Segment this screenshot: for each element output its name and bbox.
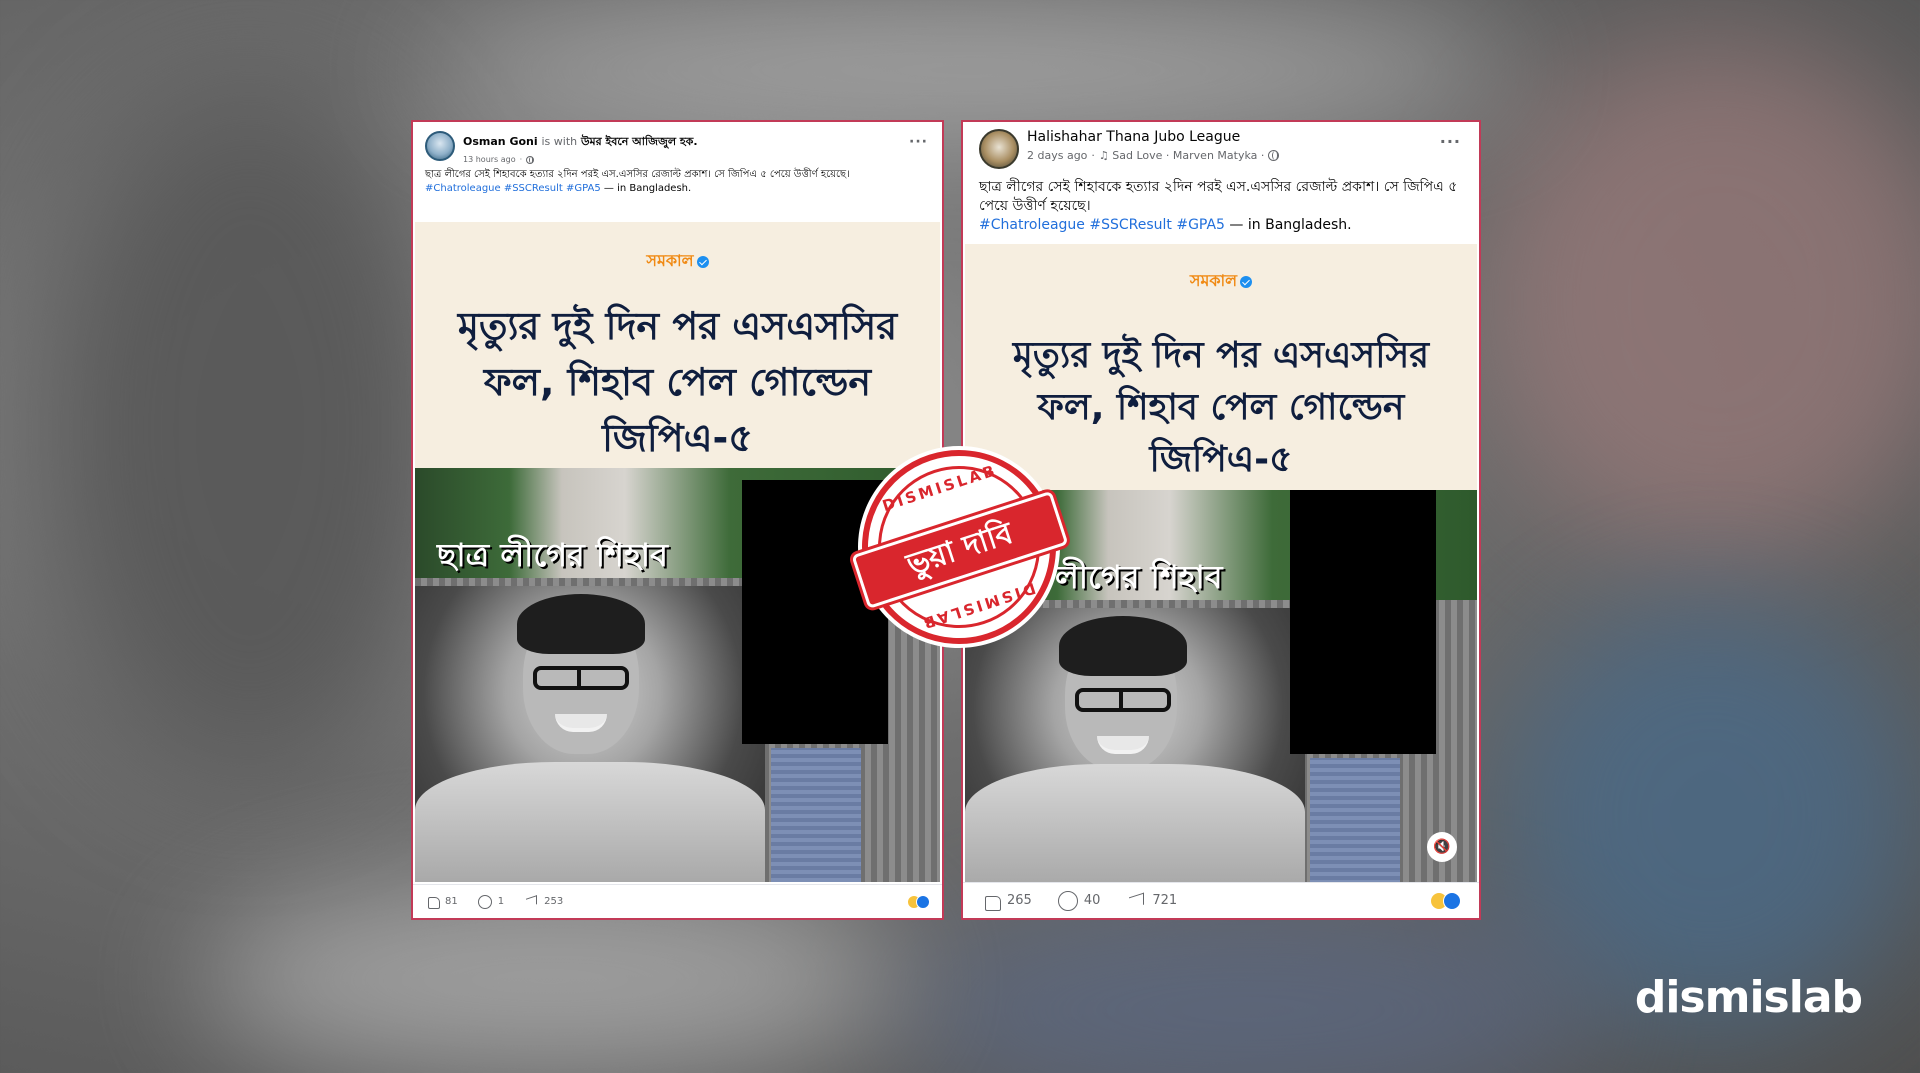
comment-button[interactable]: 1: [477, 894, 504, 909]
post-header: Halishahar Thana Jubo League 2 days ago …: [963, 122, 1479, 174]
like-button[interactable]: 81: [425, 895, 458, 909]
comment-icon: [477, 894, 492, 909]
verified-icon: [1240, 275, 1253, 288]
portrait-image: [415, 586, 765, 882]
post-caption: ছাত্র লীগের সেই শিহাবকে হত্যার ২দিন পরই …: [413, 166, 942, 222]
reaction-summary[interactable]: [907, 894, 930, 909]
post-caption: ছাত্র লীগের সেই শিহাবকে হত্যার ২দিন পরই …: [963, 174, 1479, 244]
caption-text: ছাত্র লীগের সেই শিহাবকে হত্যার ২দিন পরই …: [425, 169, 850, 180]
overlay-label: লীগের শিহাব: [1055, 558, 1223, 596]
like-reaction-icon: [1443, 891, 1461, 910]
like-button[interactable]: 265: [981, 891, 1032, 911]
share-button[interactable]: 253: [524, 895, 563, 909]
like-icon: [981, 891, 1001, 911]
reactions-bar: 265 40 721: [963, 882, 1479, 918]
author-name[interactable]: Halishahar Thana Jubo League: [1027, 129, 1279, 145]
avatar[interactable]: [979, 129, 1019, 169]
reaction-summary[interactable]: [1430, 891, 1461, 910]
comment-button[interactable]: 40: [1057, 890, 1100, 911]
avatar[interactable]: [425, 131, 455, 161]
comment-icon: [1057, 890, 1078, 911]
post-meta: 13 hours ago ·: [463, 155, 698, 164]
more-options-icon[interactable]: ···: [1440, 132, 1461, 151]
dismislab-watermark: dismislab: [1634, 972, 1863, 1023]
background-blur: [40, 80, 460, 780]
background-blur: [420, 0, 1520, 140]
like-reaction-icon: [916, 894, 930, 909]
share-icon: [524, 895, 538, 909]
post-time[interactable]: 2 days ago: [1027, 149, 1087, 162]
news-headline: মৃত্যুর দুই দিন পর এসএসসির ফল, শিহাব পেল…: [457, 304, 898, 460]
mute-icon[interactable]: 🔇: [1427, 832, 1457, 862]
location: — in Bangladesh.: [603, 182, 692, 194]
background-blur: [1480, 40, 1920, 560]
with-text: is with: [541, 135, 578, 148]
like-icon: [425, 895, 440, 909]
overlay-label: ছাত্র লীগের শিহাব: [437, 536, 668, 574]
samakal-logo: সমকাল: [965, 268, 1477, 295]
portrait-image: [965, 608, 1305, 884]
hashtags[interactable]: #Chatroleague #SSCResult #GPA5: [979, 217, 1225, 233]
tagged-name[interactable]: উমর ইবনে আজিজুল হক.: [581, 135, 698, 148]
globe-icon: [1268, 150, 1280, 161]
share-button[interactable]: 721: [1126, 891, 1177, 911]
caption-text: ছাত্র লীগের সেই শিহাবকে হত্যার ২দিন পরই …: [979, 179, 1458, 214]
redaction-box: [1290, 490, 1436, 754]
news-headline: মৃত্যুর দুই দিন পর এসএসসির ফল, শিহাব পেল…: [1012, 335, 1430, 480]
post-time[interactable]: 13 hours ago: [463, 155, 516, 164]
news-photo: ছাত্র লীগের শিহাব: [415, 468, 940, 882]
verified-icon: [696, 255, 709, 268]
samakal-logo: সমকাল: [415, 248, 940, 275]
post-meta: 2 days ago · ♫ Sad Love · Marven Matyka …: [1027, 149, 1280, 162]
globe-icon: [526, 155, 535, 164]
more-options-icon[interactable]: ···: [909, 134, 928, 150]
author-line: Osman Goni is with উমর ইবনে আজিজুল হক.: [463, 133, 698, 152]
author-name[interactable]: Osman Goni: [463, 135, 538, 148]
post-header: Osman Goni is with উমর ইবনে আজিজুল হক. 1…: [413, 122, 942, 166]
reactions-bar: 81 1 253: [413, 884, 942, 918]
hashtags[interactable]: #Chatroleague #SSCResult #GPA5: [425, 183, 601, 194]
location: — in Bangladesh.: [1229, 216, 1352, 233]
share-icon: [1126, 891, 1146, 911]
background-blur: [900, 900, 1600, 1073]
music-track[interactable]: ♫ Sad Love · Marven Matyka ·: [1099, 149, 1264, 162]
